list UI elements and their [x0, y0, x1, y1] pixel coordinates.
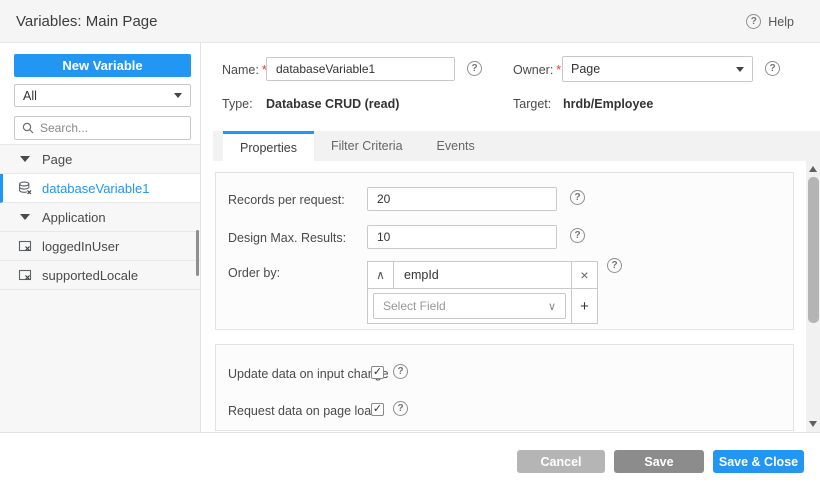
order-by-label: Order by:: [228, 266, 280, 280]
select-field-dropdown[interactable]: Select Field ∨: [373, 293, 566, 319]
title-bar: Variables: Main Page ? Help: [0, 0, 820, 43]
tab-bar: Properties Filter Criteria Events: [213, 131, 820, 161]
update-data-help-icon[interactable]: ?: [393, 364, 408, 379]
plus-icon: +: [580, 298, 589, 315]
properties-panel: Records per request: 20 ? Design Max. Re…: [213, 161, 806, 432]
collapse-arrow-icon[interactable]: [20, 214, 30, 220]
type-value: Database CRUD (read): [266, 97, 399, 111]
search-placeholder: Search...: [40, 121, 88, 135]
tab-events[interactable]: Events: [420, 131, 492, 161]
order-by-field-value[interactable]: empId: [394, 262, 571, 288]
tab-properties[interactable]: Properties: [223, 131, 314, 161]
type-label: Type:: [222, 97, 253, 111]
request-data-label: Request data on page load: [228, 404, 378, 418]
order-by-help-icon[interactable]: ?: [607, 258, 622, 273]
tree-group-page[interactable]: Page: [0, 145, 200, 174]
collapse-arrow-icon[interactable]: [20, 156, 30, 162]
select-field-wrap: Select Field ∨: [368, 289, 571, 323]
dialog-footer: Cancel Save Save & Close: [0, 432, 820, 490]
check-icon: ✓: [373, 404, 382, 415]
required-marker: *: [556, 63, 561, 77]
variable-icon: [18, 268, 32, 282]
records-per-request-input[interactable]: 20: [367, 187, 557, 211]
tree-item-supportedlocale[interactable]: supportedLocale: [0, 261, 200, 290]
request-data-checkbox[interactable]: ✓: [371, 403, 384, 416]
target-value: hrdb/Employee: [563, 97, 653, 111]
records-per-request-label: Records per request:: [228, 193, 345, 207]
name-help-icon[interactable]: ?: [467, 61, 482, 76]
save-and-close-button[interactable]: Save & Close: [713, 450, 804, 473]
new-variable-button[interactable]: New Variable: [14, 54, 191, 77]
scrollbar-thumb[interactable]: [808, 177, 819, 323]
variable-filter-select[interactable]: All: [14, 84, 191, 107]
help-label: Help: [768, 15, 794, 29]
order-by-editor: ∧ empId × Select Field ∨ +: [367, 261, 598, 324]
tree-item-loggedinuser[interactable]: loggedInUser: [0, 232, 200, 261]
sort-direction-button[interactable]: ∧: [368, 262, 394, 288]
select-field-placeholder: Select Field: [383, 299, 446, 313]
name-label: Name:*: [222, 63, 267, 77]
variables-tree: Page databaseVariable1 Application: [0, 144, 200, 432]
variable-filter-value: All: [23, 89, 37, 103]
update-data-label: Update data on input change: [228, 367, 389, 381]
design-max-results-help-icon[interactable]: ?: [570, 228, 585, 243]
remove-field-button[interactable]: ×: [571, 262, 597, 288]
save-button[interactable]: Save: [614, 450, 704, 473]
owner-select[interactable]: Page: [562, 56, 753, 82]
database-variable-icon: [18, 181, 32, 195]
help-button[interactable]: ? Help: [746, 14, 794, 29]
remove-icon: ×: [580, 267, 588, 283]
variable-icon: [18, 239, 32, 253]
update-data-checkbox[interactable]: ✓: [371, 366, 384, 379]
design-max-results-label: Design Max. Results:: [228, 231, 346, 245]
tree-item-databasevariable1[interactable]: databaseVariable1: [0, 174, 200, 203]
dropdown-arrow-icon: [736, 67, 744, 72]
scroll-up-icon[interactable]: [809, 166, 817, 172]
order-by-entry-row: ∧ empId ×: [368, 262, 597, 289]
design-max-results-input[interactable]: 10: [367, 225, 557, 249]
owner-help-icon[interactable]: ?: [765, 61, 780, 76]
variable-search-input[interactable]: Search...: [14, 116, 191, 140]
tree-group-application[interactable]: Application: [0, 203, 200, 232]
dropdown-arrow-icon: [174, 93, 182, 98]
variables-sidebar: New Variable All Search... Page: [0, 43, 201, 432]
owner-label: Owner:*: [513, 63, 561, 77]
chevron-down-icon: ∨: [548, 300, 556, 313]
target-label: Target:: [513, 97, 551, 111]
help-icon: ?: [746, 14, 761, 29]
page-title: Variables: Main Page: [16, 13, 157, 30]
request-data-help-icon[interactable]: ?: [393, 401, 408, 416]
order-by-add-row: Select Field ∨ +: [368, 289, 597, 323]
sort-up-icon: ∧: [376, 268, 385, 282]
add-field-button[interactable]: +: [571, 289, 597, 323]
scroll-down-icon[interactable]: [809, 421, 817, 427]
cancel-button[interactable]: Cancel: [517, 450, 605, 473]
sidebar-scrollbar-thumb[interactable]: [196, 230, 199, 276]
name-input[interactable]: databaseVariable1: [266, 57, 455, 81]
check-icon: ✓: [373, 367, 382, 378]
content-scrollbar[interactable]: [806, 161, 820, 432]
records-per-request-help-icon[interactable]: ?: [570, 190, 585, 205]
search-icon: [22, 122, 34, 134]
tab-filter-criteria[interactable]: Filter Criteria: [314, 131, 420, 161]
